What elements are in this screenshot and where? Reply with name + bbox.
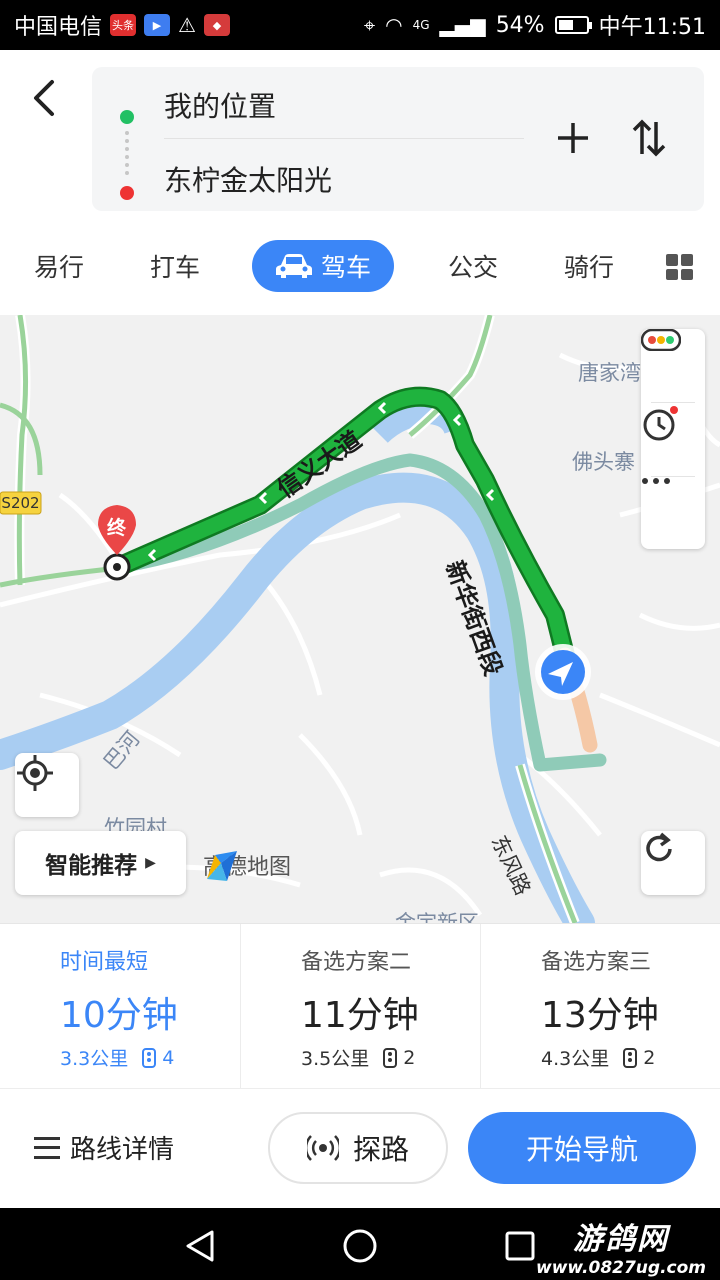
route-options: 时间最短 10分钟 3.3公里 4 备选方案二 11分钟 3.5公里 2 备选方… — [0, 923, 720, 1089]
more-dots-icon — [642, 478, 670, 484]
tab-bus[interactable]: 公交 — [434, 240, 512, 292]
place-jinyu: 金宇新区 — [395, 911, 479, 923]
add-waypoint-button[interactable] — [548, 113, 598, 163]
car-icon — [275, 254, 312, 278]
watermark-url: www.0827ug.com — [536, 1258, 706, 1278]
route-option-distance: 4.3公里 — [541, 1048, 610, 1070]
travel-mode-tabs: 易行 打车 驾车 公交 骑行 — [0, 240, 720, 300]
route-option-title: 时间最短 — [60, 950, 149, 975]
nav-home-button[interactable] — [340, 1226, 380, 1266]
locate-me-button[interactable] — [15, 753, 79, 817]
route-details-button[interactable]: 路线详情 — [34, 1129, 174, 1166]
tab-drive[interactable]: 驾车 — [252, 240, 394, 292]
square-recents-icon — [505, 1231, 535, 1261]
bottom-action-bar: 路线详情 探路 开始导航 — [0, 1088, 720, 1208]
route-option-meta: 3.5公里 2 — [301, 1044, 415, 1071]
caret-right-icon: ▶ — [145, 855, 156, 871]
route-option-time: 10分钟 — [60, 995, 178, 1036]
tab-ride[interactable]: 骑行 — [550, 240, 628, 292]
origin-dot-icon — [120, 110, 134, 124]
route-input-box: 我的位置 东柠金太阳光 — [92, 67, 704, 211]
traffic-light-count-icon — [142, 1047, 157, 1068]
more-tools-button[interactable] — [641, 477, 705, 550]
plus-icon — [558, 123, 588, 153]
field-divider — [164, 138, 524, 139]
swap-arrows-icon — [632, 119, 666, 157]
destination-dot-icon — [120, 186, 134, 200]
future-time-button[interactable] — [641, 403, 705, 476]
crosshair-icon — [17, 755, 53, 791]
nav-recents-button[interactable] — [500, 1226, 540, 1266]
probe-route-label: 探路 — [352, 1133, 409, 1166]
wifi-icon: ◠ — [385, 13, 403, 37]
signal-icon: ▂▄▆ — [439, 13, 486, 37]
traffic-light-count-icon — [383, 1047, 398, 1068]
route-search-panel: 我的位置 东柠金太阳光 易行 打车 驾车 公交 骑行 — [0, 50, 720, 315]
swap-route-button[interactable] — [624, 113, 674, 163]
refresh-icon — [646, 832, 672, 862]
site-watermark: 游鸽网 www.0827ug.com — [536, 1214, 706, 1278]
route-option-meta: 4.3公里 2 — [541, 1044, 655, 1071]
route-option-lights: 2 — [403, 1046, 416, 1069]
route-option-1[interactable]: 时间最短 10分钟 3.3公里 4 — [0, 924, 240, 1089]
carrier-label: 中国电信 — [14, 15, 103, 40]
place-tangjiawan: 唐家湾 — [578, 361, 641, 385]
list-icon — [34, 1136, 60, 1159]
triangle-back-icon — [186, 1230, 214, 1262]
origin-field[interactable]: 我的位置 — [164, 85, 276, 125]
tab-walk[interactable]: 易行 — [20, 240, 98, 292]
route-option-distance: 3.5公里 — [301, 1048, 370, 1070]
map-tool-panel — [641, 329, 705, 549]
route-option-time: 11分钟 — [301, 995, 419, 1036]
battery-percent: 54% — [495, 12, 545, 38]
map-view[interactable]: S202 终 信义大道 新华街西段 东风路 唐家湾 佛头寨 竹园村 金宇新区 巴… — [0, 315, 720, 923]
smart-recommend-button[interactable]: 智能推荐 ▶ — [15, 831, 186, 895]
start-navigation-button[interactable]: 开始导航 — [468, 1112, 696, 1184]
highway-badge-label: S202 — [1, 494, 40, 512]
tab-taxi[interactable]: 打车 — [136, 240, 214, 292]
chevron-left-icon — [34, 80, 54, 116]
clock: 中午11:51 — [598, 15, 706, 40]
route-option-title: 备选方案二 — [301, 950, 412, 975]
destination-field[interactable]: 东柠金太阳光 — [164, 159, 332, 199]
route-option-title: 备选方案三 — [541, 950, 652, 975]
nav-back-button[interactable] — [180, 1226, 220, 1266]
more-modes-grid-icon[interactable] — [666, 254, 693, 280]
traffic-light-icon — [641, 329, 681, 351]
circle-home-icon — [343, 1229, 377, 1263]
location-icon: ⌖ — [363, 13, 376, 37]
watermark-title: 游鸽网 — [573, 1222, 669, 1257]
route-connector — [125, 131, 129, 175]
battery-icon — [554, 16, 592, 34]
end-marker-label: 终 — [107, 517, 127, 539]
route-option-2[interactable]: 备选方案二 11分钟 3.5公里 2 — [240, 924, 480, 1089]
route-option-3[interactable]: 备选方案三 13分钟 4.3公里 2 — [480, 924, 720, 1089]
system-nav-bar: 游鸽网 www.0827ug.com — [0, 1208, 720, 1280]
amap-brand: 高德地图 — [203, 849, 291, 881]
warning-icon: ⚠ — [178, 13, 196, 37]
place-fotouzhai: 佛头寨 — [572, 450, 635, 474]
video-app-icon: ▶ — [144, 14, 171, 36]
broadcast-icon — [306, 1135, 339, 1161]
route-option-meta: 3.3公里 4 — [60, 1044, 174, 1071]
refresh-route-button[interactable] — [641, 831, 705, 895]
toutiao-app-icon: 头条 — [110, 14, 137, 36]
traffic-light-count-icon — [623, 1047, 638, 1068]
clock-icon — [643, 406, 678, 441]
status-bar: 中国电信 头条 ▶ ⚠ ◆ ⌖ ◠ 4G ▂▄▆ 54% 中午11:51 — [0, 0, 720, 50]
probe-route-button[interactable]: 探路 — [268, 1112, 448, 1184]
route-details-label: 路线详情 — [70, 1135, 175, 1165]
route-option-time: 13分钟 — [541, 995, 659, 1036]
smart-recommend-label: 智能推荐 — [45, 853, 138, 879]
battery-fill — [558, 20, 573, 30]
route-option-lights: 2 — [643, 1046, 656, 1069]
traffic-layer-button[interactable] — [641, 329, 705, 402]
route-option-lights: 4 — [162, 1046, 175, 1069]
back-button[interactable] — [22, 76, 66, 120]
news-app-icon: ◆ — [203, 14, 230, 36]
amap-logo-icon — [207, 851, 237, 881]
tab-drive-label: 驾车 — [320, 253, 371, 282]
network-type: 4G — [412, 18, 430, 32]
route-option-distance: 3.3公里 — [60, 1048, 129, 1070]
